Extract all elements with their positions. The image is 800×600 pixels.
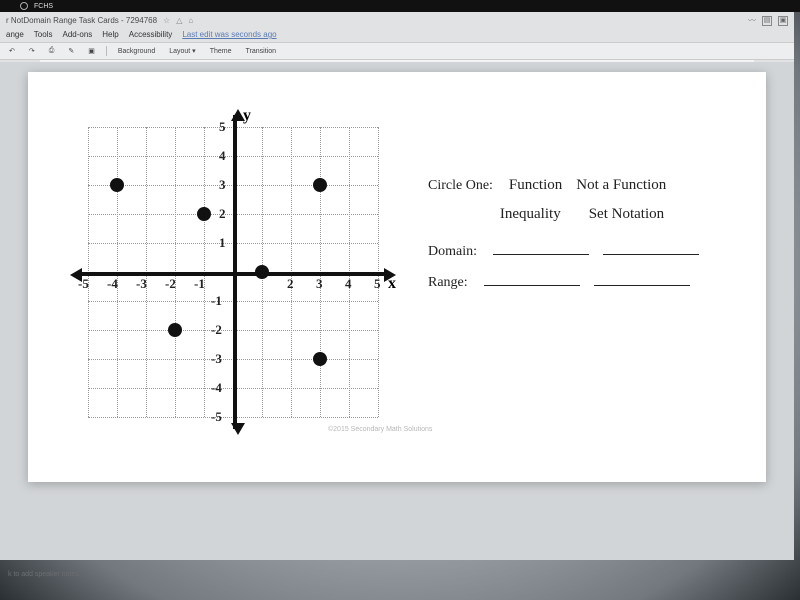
y-tick: 1 [219,235,226,251]
slide[interactable]: x y -5 -4 -3 -2 -1 2 3 4 5 5 4 3 2 1 -1 -2 -3 -4 -5 ©2015 … [28,72,766,482]
slide-canvas: x y -5 -4 -3 -2 -1 2 3 4 5 5 4 3 2 1 -1 -2 -3 -4 -5 ©2015 … [0,62,794,560]
y-tick: -4 [211,380,222,396]
header-inequality: Inequality [500,206,561,223]
present-button[interactable]: ▣ [85,46,98,56]
present-icon[interactable]: ▣ [778,16,788,26]
y-tick: -1 [211,293,222,309]
x-tick: -3 [136,276,147,292]
comments-icon[interactable]: ▤ [762,16,772,26]
os-taskbar: FCHS [0,0,800,12]
paint-button[interactable]: ✎ [65,46,77,56]
x-tick: -2 [165,276,176,292]
circle-one-label: Circle One: [428,178,493,194]
menu-item[interactable]: ange [6,30,24,39]
app-icon [20,2,28,10]
option-function[interactable]: Function [509,177,562,194]
x-tick: -4 [107,276,118,292]
menubar: ange Tools Add-ons Help Accessibility La… [0,29,794,42]
move-icon[interactable]: △ [176,16,182,25]
undo-button[interactable]: ↶ [6,46,18,56]
menu-item[interactable]: Help [102,30,118,39]
y-tick: 4 [219,148,226,164]
print-button[interactable]: ⎙ [46,46,58,56]
trend-icon[interactable]: 〰 [748,15,756,26]
data-point [313,352,327,366]
data-point [168,323,182,337]
y-tick: -2 [211,322,222,338]
theme-button[interactable]: Theme [207,47,235,56]
domain-setnotation-blank[interactable] [603,241,699,255]
range-setnotation-blank[interactable] [594,272,690,286]
copyright-text: ©2015 Secondary Math Solutions [328,426,432,433]
domain-inequality-blank[interactable] [493,241,589,255]
y-tick: 2 [219,206,226,222]
worksheet: Circle One: Function Not a Function Ineq… [428,177,736,303]
x-tick: 4 [345,276,352,292]
menu-item[interactable]: Add-ons [62,30,92,39]
transition-button[interactable]: Transition [243,47,279,56]
data-point [255,265,269,279]
star-icon[interactable]: ☆ [163,16,170,25]
x-tick: 5 [374,276,381,292]
option-not-function[interactable]: Not a Function [576,177,666,194]
x-tick: -1 [194,276,205,292]
titlebar: r NotDomain Range Task Cards - 7294768 ☆… [0,12,794,29]
x-tick: 2 [287,276,294,292]
y-tick: 3 [219,177,226,193]
y-axis-label: y [243,107,251,125]
y-tick: -3 [211,351,222,367]
app-window: r NotDomain Range Task Cards - 7294768 ☆… [0,12,794,68]
menu-item[interactable]: Accessibility [129,30,173,39]
x-tick: 3 [316,276,323,292]
y-axis [233,115,237,429]
drive-icon[interactable]: ⌂ [188,16,193,25]
data-point [313,178,327,192]
speaker-notes[interactable]: k to add speaker notes [0,567,87,582]
domain-label: Domain: [428,244,477,260]
data-point [197,207,211,221]
x-tick: -5 [78,276,89,292]
range-label: Range: [428,275,468,291]
doc-title[interactable]: r NotDomain Range Task Cards - 7294768 [6,16,157,25]
header-set-notation: Set Notation [589,206,664,223]
last-edit-link[interactable]: Last edit was seconds ago [182,30,276,39]
x-axis-label: x [388,275,396,293]
y-tick: 5 [219,119,226,135]
redo-button[interactable]: ↷ [26,46,38,56]
data-point [110,178,124,192]
menu-item[interactable]: Tools [34,30,53,39]
toolbar: ↶ ↷ ⎙ ✎ ▣ Background Layout ▾ Theme Tran… [0,42,794,60]
scatter-plot: x y -5-4-3-2-1234554321-1-2-3-4-5 [88,127,378,417]
background-button[interactable]: Background [115,47,158,56]
taskbar-app-label: FCHS [34,3,53,10]
y-tick: -5 [211,409,222,425]
range-inequality-blank[interactable] [484,272,580,286]
layout-button[interactable]: Layout ▾ [166,46,198,56]
